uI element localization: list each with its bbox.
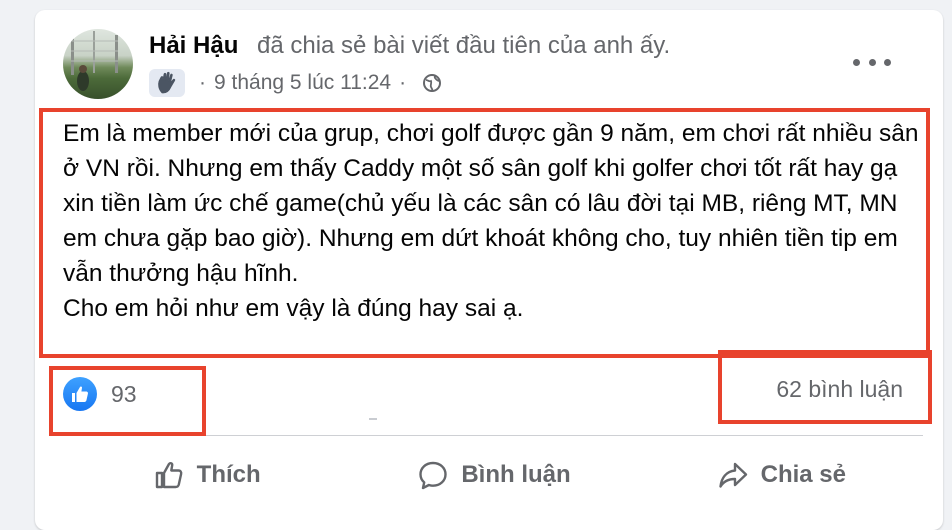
post-meta: · 9 tháng 5 lúc 11:24 ·: [149, 68, 442, 98]
share-button-label: Chia sẻ: [760, 461, 846, 488]
comment-icon: [419, 461, 448, 490]
avatar[interactable]: [63, 29, 133, 99]
thumbs-up-icon: [63, 377, 97, 411]
reaction-summary[interactable]: 93: [63, 374, 137, 414]
post-paragraph: Cho em hỏi như em vậy là đúng hay sai ạ.: [63, 295, 524, 322]
like-count: 93: [111, 380, 137, 407]
share-button[interactable]: Chia sẻ: [638, 444, 925, 506]
avatar-photo: [71, 31, 118, 91]
share-icon: [718, 462, 747, 488]
meta-separator-2: ·: [399, 71, 407, 94]
post-card: Hải Hậu đã chia sẻ bài viết đầu tiên của…: [35, 10, 943, 530]
like-button-label: Thích: [196, 461, 261, 488]
comment-count-link[interactable]: 62 bình luận: [776, 376, 903, 403]
post-paragraph: Em là member mới của grup, chơi golf đượ…: [63, 120, 919, 287]
like-button[interactable]: Thích: [63, 444, 350, 506]
comment-button[interactable]: Bình luận: [350, 444, 637, 506]
like-icon: [155, 462, 183, 489]
action-divider: [63, 435, 923, 436]
post-action-text: đã chia sẻ bài viết đầu tiên của anh ấy.: [257, 32, 671, 59]
action-bar: Thích Bình luận Chia sẻ: [63, 444, 925, 506]
meta-separator: ·: [199, 71, 206, 94]
more-options-icon[interactable]: [853, 55, 891, 69]
post-body: Em là member mới của grup, chơi golf đượ…: [63, 116, 925, 326]
comment-button-label: Bình luận: [461, 461, 571, 488]
waving-hand-icon[interactable]: [149, 69, 185, 97]
post-timestamp[interactable]: 9 tháng 5 lúc 11:24: [214, 71, 391, 95]
author-name[interactable]: Hải Hậu: [149, 32, 238, 60]
globe-icon[interactable]: [422, 73, 442, 93]
divider-fragment: [369, 418, 377, 420]
